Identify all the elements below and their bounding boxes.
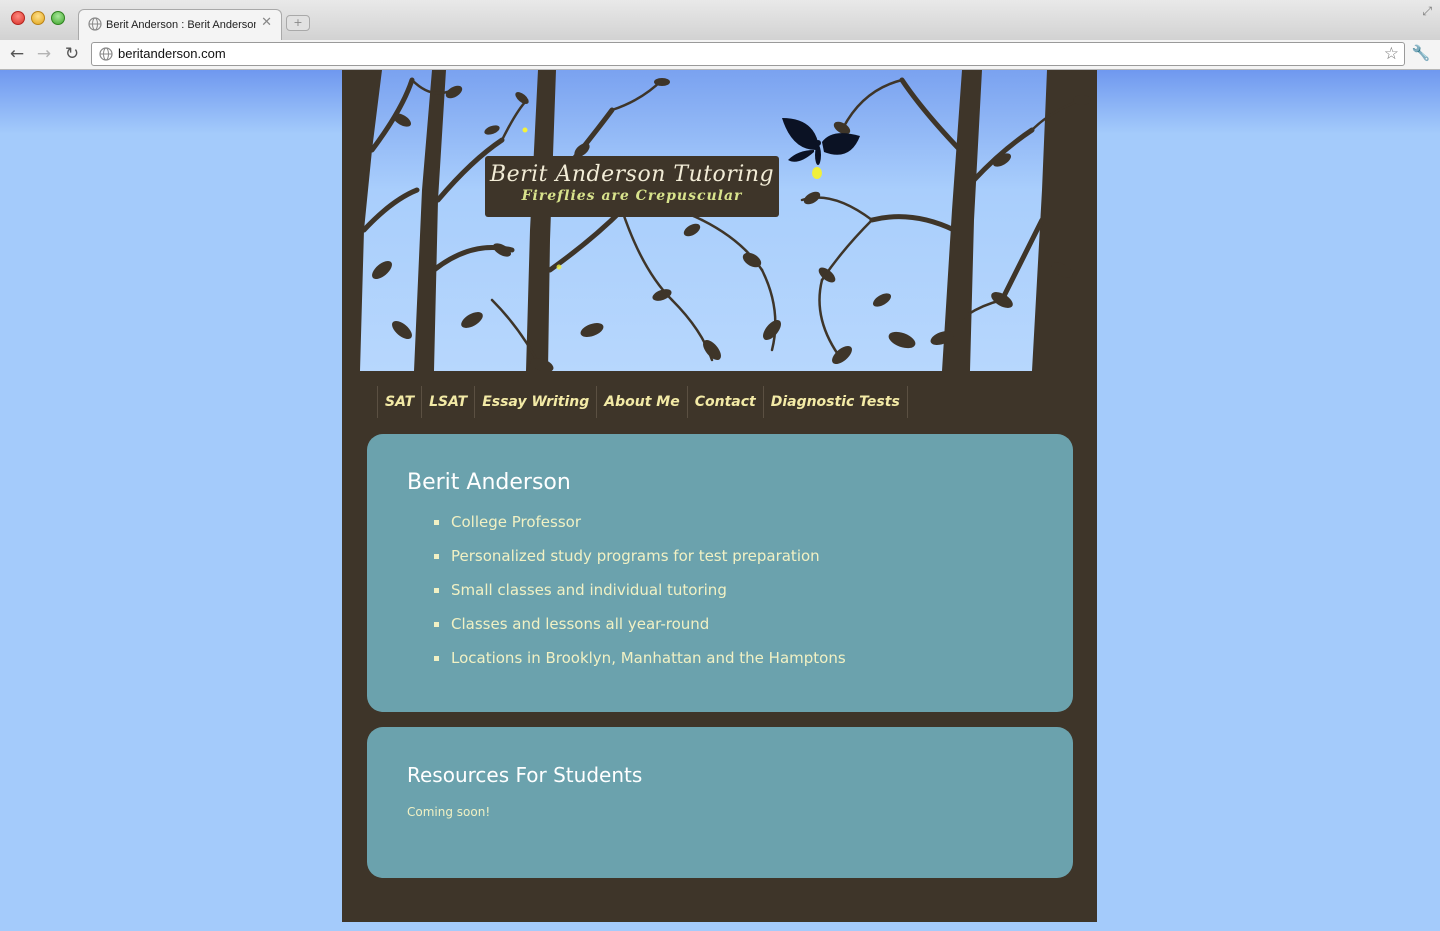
resources-panel: Resources For Students Coming soon! (367, 727, 1073, 878)
nav-item-sat[interactable]: SAT (378, 386, 423, 418)
minimize-window-button[interactable] (31, 11, 45, 25)
nav-item-about-me[interactable]: About Me (597, 386, 688, 418)
browser-toolbar: ← → ↻ beritanderson.com ☆ 🔧 (0, 40, 1440, 70)
site-title-box[interactable]: Berit Anderson Tutoring Fireflies are Cr… (485, 156, 779, 217)
wrench-menu-icon[interactable]: 🔧 (1411, 42, 1431, 64)
list-item: Small classes and individual tutoring (434, 578, 846, 612)
nav-item-diagnostic-tests[interactable]: Diagnostic Tests (764, 386, 908, 418)
fullscreen-icon[interactable]: ⤢ (1422, 4, 1432, 19)
browser-title-bar: Berit Anderson : Berit Anderson Tutoring… (0, 0, 1440, 40)
browser-tab[interactable]: Berit Anderson : Berit Anderson Tutoring… (78, 9, 282, 40)
list-item: Classes and lessons all year-round (434, 612, 846, 646)
main-navigation: SAT LSAT Essay Writing About Me Contact … (377, 386, 908, 418)
nav-item-essay-writing[interactable]: Essay Writing (475, 386, 598, 418)
bookmark-star-icon[interactable]: ☆ (1384, 43, 1399, 65)
intro-bullet-list: College Professor Personalized study pro… (434, 510, 846, 680)
forward-arrow-icon[interactable]: → (33, 43, 55, 65)
close-tab-icon[interactable]: ✕ (261, 15, 272, 31)
tab-title: Berit Anderson : Berit Anderson Tutoring (106, 19, 256, 31)
tree-silhouette-illustration (342, 70, 1097, 371)
close-window-button[interactable] (11, 11, 25, 25)
list-item: College Professor (434, 510, 846, 544)
resources-heading: Resources For Students (407, 763, 643, 787)
intro-heading: Berit Anderson (407, 470, 571, 495)
intro-panel: Berit Anderson College Professor Persona… (367, 434, 1073, 712)
globe-icon (99, 47, 113, 61)
new-tab-button[interactable]: + (286, 15, 310, 31)
reload-icon[interactable]: ↻ (61, 43, 83, 65)
nav-item-contact[interactable]: Contact (688, 386, 764, 418)
site-tagline: Fireflies are Crepuscular (521, 188, 743, 204)
nav-item-lsat[interactable]: LSAT (422, 386, 476, 418)
address-bar[interactable]: beritanderson.com ☆ (91, 42, 1405, 66)
list-item: Locations in Brooklyn, Manhattan and the… (434, 646, 846, 680)
zoom-window-button[interactable] (51, 11, 65, 25)
site-header: Berit Anderson Tutoring Fireflies are Cr… (342, 70, 1097, 371)
back-arrow-icon[interactable]: ← (6, 43, 28, 65)
site-container: Berit Anderson Tutoring Fireflies are Cr… (342, 70, 1097, 922)
list-item: Personalized study programs for test pre… (434, 544, 846, 578)
resources-text: Coming soon! (407, 805, 491, 819)
site-title: Berit Anderson Tutoring (489, 162, 775, 187)
url-text: beritanderson.com (118, 46, 226, 61)
globe-icon (88, 17, 102, 31)
